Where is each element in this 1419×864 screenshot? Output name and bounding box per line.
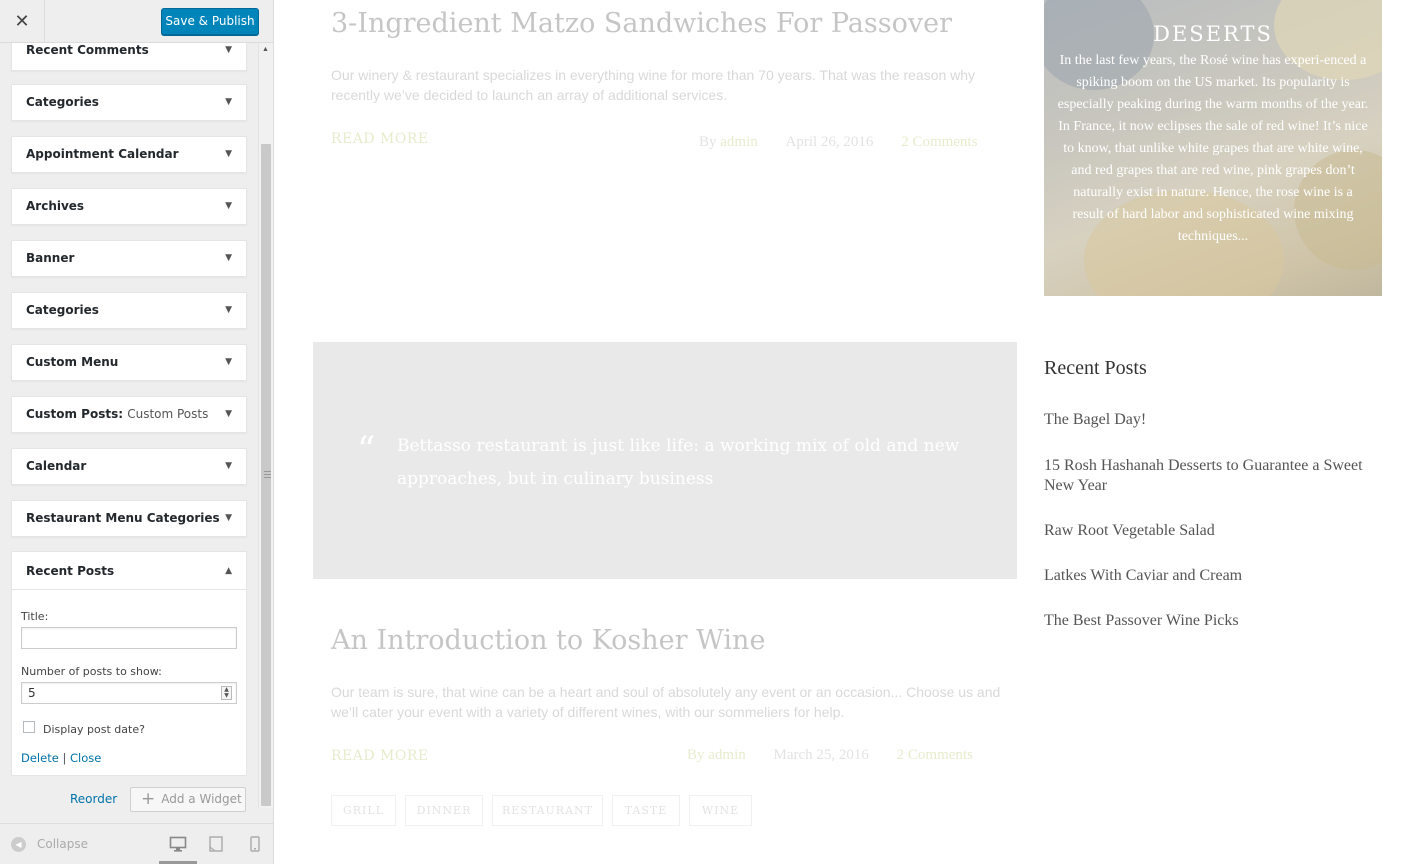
deserts-banner[interactable]: DESERTS In the last few years, the Rosé … [1044, 0, 1382, 296]
collapse-label[interactable]: Collapse [37, 837, 88, 851]
post-title[interactable]: An Introduction to Kosher Wine [331, 625, 765, 656]
widget-label: Appointment Calendar [26, 147, 179, 161]
tag-restaurant[interactable]: RESTAURANT [492, 795, 603, 826]
post-excerpt: Our team is sure, that wine can be a hea… [331, 684, 1001, 720]
title-input[interactable] [21, 627, 237, 649]
number-stepper[interactable]: ▲ ▼ [221, 686, 232, 700]
customizer-header: ✕ Save & Publish [0, 0, 273, 43]
scrollbar-thumb[interactable]: — — — [261, 144, 271, 806]
chevron-down-icon: ▼ [225, 409, 232, 419]
mobile-icon[interactable] [246, 835, 264, 853]
widget-banner[interactable]: Banner ▼ [11, 240, 247, 277]
recent-post-link[interactable]: The Bagel Day! [1044, 410, 1384, 430]
display-date-label: Display post date? [43, 723, 145, 736]
post-by: By [699, 134, 717, 150]
actions-separator: | [62, 751, 67, 765]
close-icon[interactable]: ✕ [0, 0, 45, 43]
chevron-down-icon: ▼ [225, 201, 232, 211]
recent-post-link[interactable]: Latkes With Caviar and Cream [1044, 566, 1384, 586]
widget-archives[interactable]: Archives ▼ [11, 188, 247, 225]
widget-appointment-calendar[interactable]: Appointment Calendar ▼ [11, 136, 247, 173]
tag-taste[interactable]: TASTE [612, 795, 680, 826]
number-value: 5 [28, 686, 36, 700]
number-of-posts-input[interactable]: 5 ▲ ▼ [21, 682, 237, 704]
scroll-up-arrow-icon[interactable]: ▲ [262, 46, 269, 53]
number-field-label: Number of posts to show: [21, 665, 162, 678]
post-comments-link[interactable]: 2 Comments [901, 134, 977, 150]
post-author-link[interactable]: admin [720, 134, 758, 150]
post-comments-link[interactable]: 2 Comments [897, 747, 973, 763]
add-widget-label: Add a Widget [161, 792, 242, 806]
widget-categories-2[interactable]: Categories ▼ [11, 292, 247, 329]
quote-block: “ Bettasso restaurant is just like life:… [313, 342, 1017, 579]
quote-text: Bettasso restaurant is just like life: a… [397, 436, 960, 489]
desktop-icon[interactable] [169, 835, 187, 853]
save-publish-button[interactable]: Save & Publish [161, 8, 259, 35]
chevron-down-icon: ▼ [225, 357, 232, 367]
widget-label: Categories [26, 95, 99, 109]
widget-calendar[interactable]: Calendar ▼ [11, 448, 247, 485]
tag-wine[interactable]: WINE [689, 795, 752, 826]
site-preview: 3-Ingredient Matzo Sandwiches For Passov… [274, 0, 1419, 864]
recent-post-link[interactable]: Raw Root Vegetable Salad [1044, 521, 1384, 541]
widget-label: Recent Posts [26, 564, 115, 578]
widget-categories[interactable]: Categories ▼ [11, 84, 247, 121]
sidebar-scrollbar[interactable]: ▲ — — — [258, 43, 273, 808]
widget-sublabel: Custom Posts [127, 407, 209, 421]
widget-actions: Delete | Close [21, 751, 101, 765]
widget-label: Categories [26, 303, 99, 317]
chevron-down-icon: ▼ [225, 461, 232, 471]
post-meta: By admin March 25, 2016 2 Comments [687, 747, 973, 764]
widget-label: Archives [26, 199, 85, 213]
recent-post-link[interactable]: The Best Passover Wine Picks [1044, 611, 1384, 631]
widget-label: Calendar [26, 459, 87, 473]
widget-label: Custom Menu [26, 355, 119, 369]
widget-label: Custom Posts: [26, 407, 124, 421]
tag-grill[interactable]: GRILL [331, 795, 396, 826]
widget-custom-menu[interactable]: Custom Menu ▼ [11, 344, 247, 381]
post-date: March 25, 2016 [773, 747, 869, 763]
widget-recent-posts-expanded: Recent Posts ▲ Title: Number of posts to … [11, 551, 247, 776]
plus-icon: + [141, 789, 156, 809]
title-field-label: Title: [21, 610, 49, 623]
widget-label: Restaurant Menu Categories [26, 511, 220, 525]
collapse-icon[interactable]: ◀ [11, 837, 26, 852]
chevron-down-icon: ▼ [225, 97, 232, 107]
widget-label: Banner [26, 251, 75, 265]
widget-custom-posts[interactable]: Custom Posts: Custom Posts ▼ [11, 396, 247, 433]
tablet-icon[interactable] [207, 835, 225, 853]
chevron-down-icon: ▼ [225, 253, 232, 263]
post-meta: By admin April 26, 2016 2 Comments [699, 134, 977, 151]
widget-recent-posts-header[interactable]: Recent Posts ▲ [12, 552, 246, 590]
chevron-down-icon: ▼ [225, 149, 232, 159]
add-widget-button[interactable]: + Add a Widget [130, 787, 246, 812]
post-title[interactable]: 3-Ingredient Matzo Sandwiches For Passov… [331, 8, 952, 39]
banner-title: DESERTS [1153, 22, 1273, 46]
customizer-footer: ◀ Collapse [0, 823, 273, 864]
post-author-link[interactable]: By admin [687, 747, 746, 763]
quote-mark-icon: “ [357, 430, 376, 471]
customizer-sidebar: Recent Comments ▼ Categories ▼ Appointment… [0, 0, 274, 864]
display-date-checkbox[interactable] [23, 721, 35, 733]
read-more-link[interactable]: READ MORE [331, 748, 429, 764]
post-excerpt: Our winery & restaurant specializes in e… [331, 67, 976, 103]
post-date: April 26, 2016 [785, 134, 874, 150]
read-more-link[interactable]: READ MORE [331, 131, 429, 147]
chevron-up-icon: ▲ [225, 566, 232, 576]
delete-link[interactable]: Delete [21, 751, 59, 765]
widget-label: Recent Comments [26, 43, 149, 57]
chevron-down-icon: ▼ [225, 305, 232, 315]
recent-posts-heading: Recent Posts [1044, 357, 1147, 379]
scroll-grip-icon: — — — [264, 468, 271, 481]
chevron-down-icon: ▼ [225, 513, 232, 523]
close-link[interactable]: Close [70, 751, 101, 765]
reorder-link[interactable]: Reorder [70, 792, 117, 806]
widget-restaurant-menu-categories[interactable]: Restaurant Menu Categories ▼ [11, 500, 247, 537]
banner-text: In the last few years, the Rosé wine has… [1057, 53, 1369, 244]
tag-dinner[interactable]: DINNER [405, 795, 483, 826]
recent-post-link[interactable]: 15 Rosh Hashanah Desserts to Guarantee a… [1044, 456, 1384, 496]
